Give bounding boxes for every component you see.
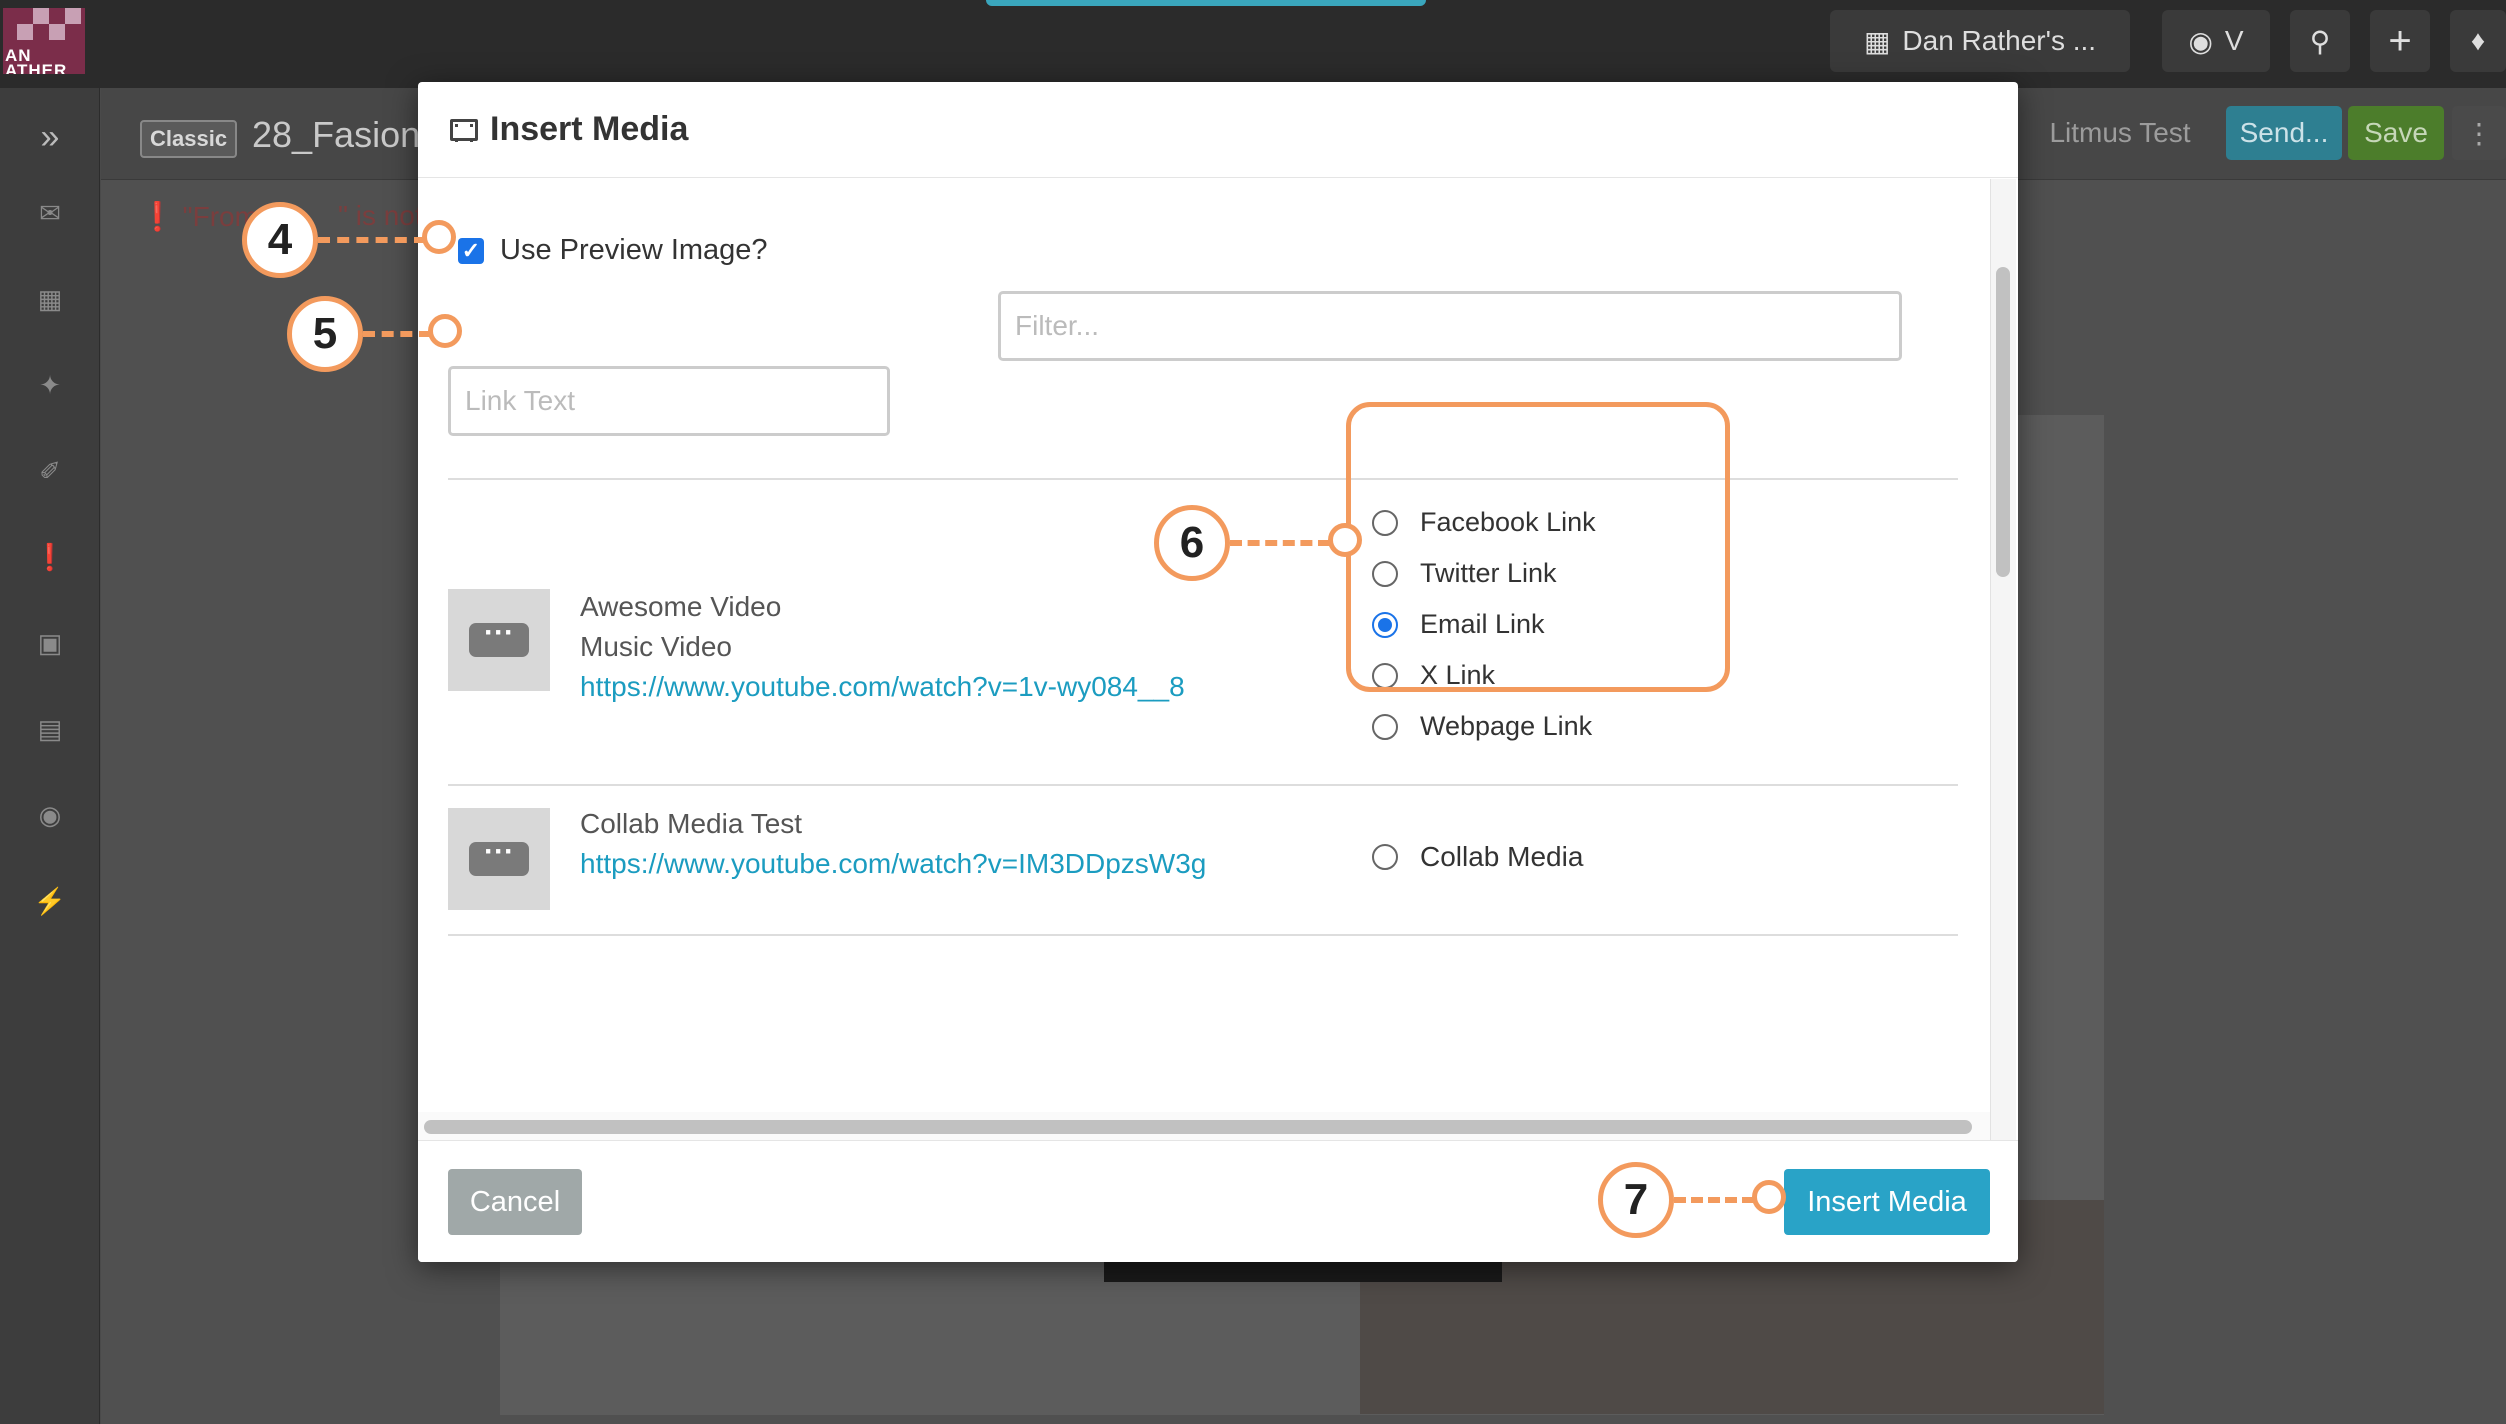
radio-label: Webpage Link — [1420, 711, 1593, 741]
radio-webpage-link[interactable]: Webpage Link — [1372, 711, 1592, 742]
vertical-scrollbar-thumb[interactable] — [1996, 267, 2010, 577]
media-details: Awesome Video Music Video https://www.yo… — [580, 587, 1185, 707]
insert-media-button[interactable]: Insert Media — [1784, 1169, 1990, 1235]
warning-icon: ❗ — [140, 201, 175, 232]
eye-icon[interactable]: ◉ — [0, 800, 100, 831]
save-button[interactable]: Save — [2348, 106, 2444, 160]
modal-body: ✓ Use Preview Image? ··· Awesome Video M… — [418, 179, 1990, 1192]
logo-text: AN ATHER — [5, 46, 68, 74]
ellipsis-icon: ··· — [469, 837, 529, 876]
media-url-link[interactable]: https://www.youtube.com/watch?v=1v-wy084… — [580, 667, 1185, 707]
callout-pointer — [428, 314, 462, 348]
ellipsis-icon: ··· — [469, 618, 529, 657]
bolt-icon[interactable]: ⚡ — [0, 886, 100, 917]
more-vertical-icon: ⋮ — [2465, 117, 2493, 149]
cart-icon[interactable]: ▣ — [0, 628, 100, 659]
media-subtitle: Music Video — [580, 631, 733, 662]
filter-input[interactable] — [998, 291, 1902, 361]
radio-label: Collab Media — [1420, 841, 1584, 872]
paperclip-icon[interactable]: ✦ — [0, 370, 100, 401]
vertical-scrollbar[interactable] — [1990, 179, 2016, 1192]
callout-7: 7 — [1598, 1162, 1674, 1238]
link-text-input[interactable] — [448, 366, 890, 436]
callout-6: 6 — [1154, 505, 1230, 581]
file-icon[interactable]: ▤ — [0, 714, 100, 745]
plus-icon: + — [2388, 18, 2412, 63]
top-tab-indicator — [986, 0, 1426, 6]
radio-button[interactable] — [1372, 713, 1398, 740]
horizontal-scrollbar-thumb[interactable] — [424, 1120, 1972, 1134]
callout-connector — [363, 331, 431, 337]
media-thumbnail: ··· — [448, 808, 550, 910]
link-options-highlight — [1346, 402, 1730, 692]
user-menu[interactable]: ◉ V — [2162, 10, 2270, 72]
more-menu-button[interactable]: ⋮ — [2452, 106, 2506, 160]
cancel-button[interactable]: Cancel — [448, 1169, 582, 1235]
callout-5: 5 — [287, 296, 363, 372]
horizontal-scrollbar[interactable] — [418, 1112, 1990, 1140]
radio-collab-media[interactable]: Collab Media — [1372, 841, 1583, 873]
media-thumbnail: ··· — [448, 589, 550, 691]
callout-pointer — [1752, 1180, 1786, 1214]
use-preview-checkbox[interactable]: ✓ — [458, 237, 484, 264]
callout-pointer — [1328, 523, 1362, 557]
expand-sidebar-icon[interactable]: » — [0, 118, 100, 157]
grid-icon[interactable]: ▦ — [0, 284, 100, 315]
bell-icon: ♦ — [2470, 25, 2486, 56]
callout-connector — [1674, 1197, 1754, 1203]
brush-icon[interactable]: ✐ — [0, 456, 100, 487]
callout-4: 4 — [242, 202, 318, 278]
rss-icon[interactable]: ❗ — [0, 542, 100, 573]
use-preview-image-option[interactable]: ✓ Use Preview Image? — [458, 234, 768, 267]
user-avatar-icon: ◉ — [2188, 25, 2213, 57]
envelope-icon[interactable]: ✉ — [0, 198, 100, 229]
notifications-button[interactable]: ♦ — [2450, 10, 2506, 72]
media-url-link[interactable]: https://www.youtube.com/watch?v=IM3DDpzs… — [580, 844, 1206, 884]
app-logo[interactable]: AN ATHER — [3, 8, 85, 74]
org-switcher[interactable]: ▦ Dan Rather's ... — [1830, 10, 2130, 72]
classic-badge: Classic — [140, 120, 238, 158]
canvas-dark-bar — [1104, 1260, 1502, 1282]
send-button[interactable]: Send... — [2226, 106, 2342, 160]
validation-warning: ❗ "From — [140, 200, 258, 233]
top-bar: AN ATHER ▦ Dan Rather's ... ◉ V ⚲ + ♦ — [0, 0, 2506, 88]
insert-media-modal: Insert Media ✓ Use Preview Image? ··· Aw… — [418, 82, 2018, 1262]
user-initial: V — [2224, 25, 2244, 56]
media-title: Collab Media Test — [580, 808, 803, 839]
divider — [448, 934, 1958, 936]
media-title: Awesome Video — [580, 591, 782, 622]
add-button[interactable]: + — [2370, 10, 2430, 72]
media-item: ··· Collab Media Test https://www.youtub… — [448, 786, 1958, 934]
org-name: Dan Rather's ... — [1902, 25, 2097, 56]
callout-connector — [318, 237, 426, 243]
radio-button[interactable] — [1372, 844, 1398, 870]
media-details: Collab Media Test https://www.youtube.co… — [580, 804, 1206, 884]
use-preview-label: Use Preview Image? — [500, 234, 768, 266]
sidebar: » ✉ ▦ ✦ ✐ ❗ ▣ ▤ ◉ ⚡ — [0, 88, 100, 1424]
search-icon: ⚲ — [2309, 25, 2331, 57]
callout-pointer — [422, 220, 456, 254]
litmus-test-button[interactable]: Litmus Test — [2020, 106, 2220, 160]
document-title[interactable]: 28_Fasion — [252, 114, 420, 156]
modal-title: Insert Media — [490, 110, 689, 148]
film-icon — [450, 118, 478, 142]
modal-header: Insert Media — [418, 82, 2018, 178]
search-button[interactable]: ⚲ — [2290, 10, 2350, 72]
building-icon: ▦ — [1863, 25, 1891, 57]
callout-connector — [1230, 540, 1330, 546]
